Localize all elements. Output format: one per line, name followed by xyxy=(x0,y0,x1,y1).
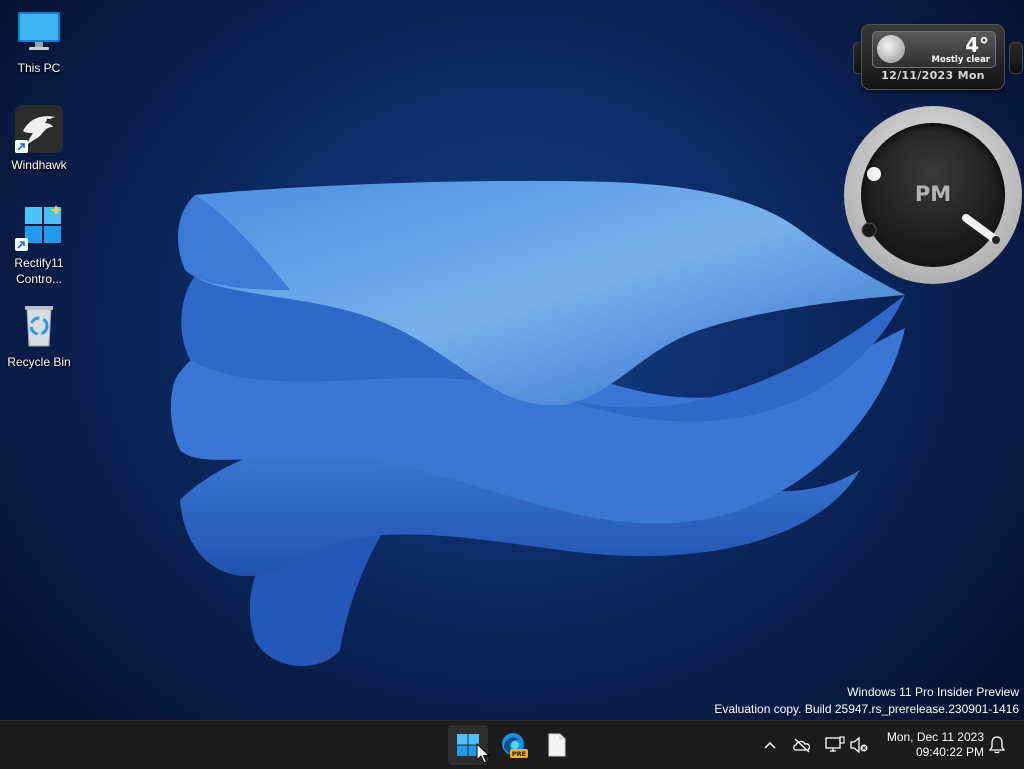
clock-hour-dot xyxy=(867,167,881,181)
windows-logo-icon xyxy=(15,203,63,251)
notification-bell-icon[interactable] xyxy=(987,735,1007,755)
clock-second-hand xyxy=(962,214,1000,244)
mouse-cursor-icon xyxy=(476,743,490,764)
file-icon xyxy=(548,733,566,757)
weather-panel: 4° Mostly clear xyxy=(872,31,996,68)
desktop-icon-label: Rectify11 Contro... xyxy=(14,256,64,286)
taskbar-clock[interactable]: Mon, Dec 11 2023 09:40:22 PM xyxy=(876,730,984,760)
taskbar-date: Mon, Dec 11 2023 xyxy=(886,730,984,744)
gadget-handle-right xyxy=(1009,42,1023,74)
eagle-icon xyxy=(15,105,63,153)
desktop-icon-windhawk[interactable]: Windhawk xyxy=(5,105,73,173)
clock-ampm: PM xyxy=(914,182,952,206)
edge-pre-icon: PRE xyxy=(502,733,528,758)
taskbar-time: 09:40:22 PM xyxy=(915,745,984,759)
weather-gadget-body: 4° Mostly clear 12/11/2023 Mon xyxy=(861,24,1005,90)
taskbar-app-edge-preview[interactable]: PRE xyxy=(494,725,534,765)
edge-pre-badge: PRE xyxy=(512,750,526,758)
taskbar: PRE Mon, Dec 11 2023 09:40:22 PM xyxy=(0,720,1024,769)
evaluation-watermark: Windows 11 Pro Insider Preview Evaluatio… xyxy=(714,684,1019,718)
desktop-icon-label: Recycle Bin xyxy=(7,355,71,369)
taskbar-app-file[interactable] xyxy=(537,725,577,765)
weather-gadget[interactable]: 4° Mostly clear 12/11/2023 Mon xyxy=(851,24,1023,90)
desktop-icon-label: This PC xyxy=(17,61,61,75)
watermark-line-build: Evaluation copy. Build 25947.rs_prerelea… xyxy=(714,702,1019,716)
weather-date: 12/11/2023 Mon xyxy=(881,69,985,82)
monitor-icon xyxy=(15,8,63,56)
shortcut-arrow-icon xyxy=(15,140,28,153)
chevron-up-icon[interactable] xyxy=(760,735,780,755)
clock-hand-tip xyxy=(992,236,1000,244)
network-icon[interactable] xyxy=(825,735,845,755)
volume-muted-icon[interactable] xyxy=(849,735,869,755)
desktop-icon-recycle-bin[interactable]: Recycle Bin xyxy=(5,302,73,370)
clock-gadget[interactable]: PM xyxy=(844,106,1022,284)
shortcut-arrow-icon xyxy=(15,238,28,251)
recycle-bin-icon xyxy=(15,302,63,350)
clock-minute-dot xyxy=(861,222,877,238)
watermark-line-edition: Windows 11 Pro Insider Preview xyxy=(847,685,1019,699)
desktop-icon-this-pc[interactable]: This PC xyxy=(5,8,73,76)
moon-icon xyxy=(877,35,905,63)
weather-condition: Mostly clear xyxy=(931,55,990,65)
desktop-icon-label: Windhawk xyxy=(11,158,67,172)
desktop-icon-rectify11[interactable]: Rectify11 Contro... xyxy=(5,203,73,287)
onedrive-offline-icon[interactable] xyxy=(792,735,812,755)
weather-temperature: 4° xyxy=(965,33,989,57)
